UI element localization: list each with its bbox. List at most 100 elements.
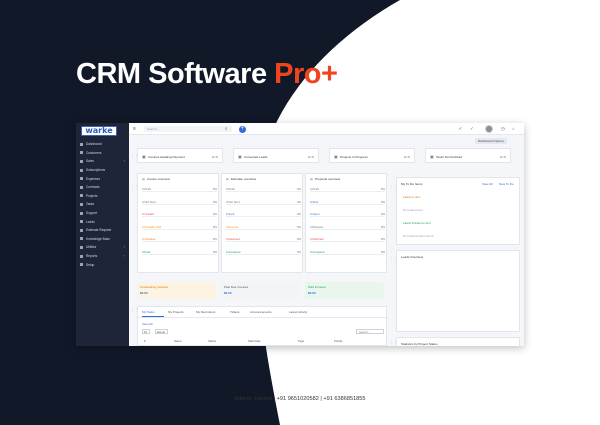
- sidebar-item-dashboard[interactable]: Dashboard: [76, 140, 129, 149]
- sidebar-item-estimate-request[interactable]: Estimate Request: [76, 226, 129, 235]
- invoice-icon: ▣: [142, 154, 146, 159]
- overview-title-text: Proposal overview: [314, 177, 341, 181]
- overview-row[interactable]: 0 Paid 0%: [142, 249, 217, 256]
- leads-overview-title: Leads Overview: [401, 255, 424, 259]
- overview-title: ▤ Estimate overview: [226, 177, 256, 181]
- view-all-tasks-link[interactable]: View All: [142, 322, 152, 326]
- clock-icon[interactable]: ◷: [501, 126, 505, 132]
- sidebar-item-label: Projects: [86, 193, 98, 198]
- invoice-summary-card[interactable]: Outstanding Invoices $0.00: [137, 282, 216, 299]
- progress-bar: [226, 228, 301, 230]
- sidebar-item-label: Knowledge Base: [86, 236, 110, 241]
- tasks-panel: My Tasks My Projects My Reminders Tickets An…: [137, 306, 388, 346]
- overview-title-text: Invoice overview: [146, 177, 170, 181]
- overview-row[interactable]: 0 Declined 0%: [226, 236, 301, 243]
- sidebar-item-support[interactable]: Support: [76, 209, 129, 218]
- table-header-cell[interactable]: Start Date: [248, 339, 261, 343]
- tab-my-reminders[interactable]: My Reminders: [196, 310, 215, 314]
- overview-row[interactable]: 0 Revised 0%: [310, 224, 385, 231]
- sidebar-item-tasks[interactable]: Tasks: [76, 200, 129, 209]
- overview-row[interactable]: 0 Declined 0%: [310, 236, 385, 243]
- overview-panel: ▤ Estimate overview 0 Draft 0% 0 Not Sent 0% 0…: [221, 173, 303, 273]
- overview-row[interactable]: 0 Sent 0%: [226, 211, 301, 218]
- invoice-summary-card[interactable]: Paid Invoices $0.00: [305, 282, 384, 299]
- table-search-input[interactable]: Search...: [356, 329, 384, 334]
- sidebar-item-leads[interactable]: Leads: [76, 217, 129, 226]
- quick-create-button[interactable]: +: [239, 125, 246, 133]
- bell-icon[interactable]: ♪: [512, 126, 514, 131]
- stat-card[interactable]: ▣ Converted Leads 0 / 0: [233, 148, 319, 163]
- sidebar-item-label: Setup: [86, 262, 95, 267]
- overview-row[interactable]: 0 Not Sent 0%: [142, 199, 217, 206]
- tab-my-tasks[interactable]: My Tasks: [142, 310, 154, 314]
- table-header-cell[interactable]: Priority: [334, 339, 343, 343]
- sidebar-item-utilities[interactable]: Utilities ‹: [76, 243, 129, 252]
- table-header-cell[interactable]: Tags: [298, 339, 304, 343]
- sidebar-item-knowledge-base[interactable]: Knowledge Base: [76, 235, 129, 244]
- table-header-cell[interactable]: #: [144, 339, 146, 343]
- overview-row[interactable]: 0 Unpaid 0%: [142, 211, 217, 218]
- project-status-panel: Statistics by Project Status: [396, 337, 520, 346]
- document-icon: ▤: [226, 177, 229, 181]
- overview-row[interactable]: 0 Draft 0%: [226, 186, 301, 193]
- table-header-cell[interactable]: Name: [174, 339, 181, 343]
- avatar[interactable]: [485, 124, 493, 133]
- stat-card[interactable]: ▣ Projects In Progress 0 / 0: [329, 148, 415, 163]
- tab-announcements[interactable]: Announcements: [250, 310, 272, 314]
- sidebar-item-contracts[interactable]: Contracts: [76, 183, 129, 192]
- users-icon: [80, 151, 83, 155]
- page-size-select[interactable]: 10: [142, 329, 150, 334]
- share-icon[interactable]: <: [459, 126, 462, 131]
- home-icon: [80, 142, 83, 146]
- dashboard-options-button[interactable]: Dashboard Options: [475, 138, 507, 144]
- tab-my-projects[interactable]: My Projects: [168, 310, 184, 314]
- overview-row[interactable]: 0 Expired 0%: [226, 224, 301, 231]
- table-header-cell[interactable]: Status: [208, 339, 216, 343]
- gear-icon: [80, 263, 83, 267]
- overview-row[interactable]: 0 Draft 0%: [310, 186, 385, 193]
- check-icon[interactable]: ✓: [470, 126, 474, 132]
- sidebar-item-reports[interactable]: Reports ‹: [76, 252, 129, 261]
- overview-row[interactable]: 0 Open 0%: [310, 211, 385, 218]
- overview-row[interactable]: 0 Draft 0%: [142, 186, 217, 193]
- progress-bar: [310, 241, 385, 242]
- sidebar-item-sales[interactable]: Sales ‹: [76, 157, 129, 166]
- sidebar-item-projects[interactable]: Projects: [76, 192, 129, 201]
- chevron-icon: ‹: [123, 245, 125, 250]
- sidebar-item-customers[interactable]: Customers: [76, 149, 129, 158]
- search-input[interactable]: Search...: [144, 126, 232, 132]
- tag-icon: [80, 220, 83, 224]
- request-icon: [80, 228, 83, 232]
- invoice-summary-card[interactable]: Past Due Invoices $0.00: [221, 282, 300, 299]
- latest-todos-label: Latest to do's: [403, 195, 421, 199]
- search-icon[interactable]: ⌕: [225, 126, 228, 131]
- overview-row[interactable]: 0 Sent 0%: [310, 199, 385, 206]
- stat-value: 0 / 0: [307, 154, 314, 159]
- overview-row[interactable]: 0 Partially Paid 0%: [142, 224, 217, 231]
- new-todo-link[interactable]: New To Do: [499, 182, 514, 186]
- sidebar-item-label: Expenses: [86, 176, 100, 181]
- crm-app-window: warke Dashboard Customers Sales ‹ Subscripti…: [76, 123, 524, 346]
- tab-tickets[interactable]: Tickets: [230, 310, 239, 314]
- stat-card[interactable]: ▣ Tasks Not Finished 0 / 0: [425, 148, 511, 163]
- todo-view-all-link[interactable]: View All: [482, 182, 492, 186]
- stat-label: Projects In Progress: [340, 154, 368, 159]
- document-icon: ▤: [142, 177, 145, 181]
- task-icon: ▣: [430, 154, 434, 159]
- overview-row[interactable]: 0 Not Sent 0%: [226, 199, 301, 206]
- document-icon: ▤: [310, 177, 313, 181]
- topbar: ≡ Search... ⌕ + < ✓ ◷ ♪: [129, 123, 524, 135]
- export-button[interactable]: Export: [155, 329, 168, 334]
- hero-title-accent: Pro+: [274, 58, 338, 90]
- stat-card[interactable]: ▣ Invoices Awaiting Payment 0 / 0: [137, 148, 223, 163]
- overview-row[interactable]: 0 Accepted 0%: [310, 249, 385, 256]
- overview-row[interactable]: 0 Overdue 0%: [142, 236, 217, 243]
- progress-bar: [310, 216, 385, 217]
- sidebar-item-subscriptions[interactable]: Subscriptions: [76, 166, 129, 175]
- sidebar-item-setup[interactable]: Setup: [76, 260, 129, 269]
- project-icon: ▣: [334, 154, 338, 159]
- tab-latest-activity[interactable]: Latest Activity: [289, 310, 307, 314]
- sidebar-item-expenses[interactable]: Expenses: [76, 174, 129, 183]
- menu-icon[interactable]: ≡: [133, 126, 136, 132]
- overview-row[interactable]: 0 Accepted 0%: [226, 249, 301, 256]
